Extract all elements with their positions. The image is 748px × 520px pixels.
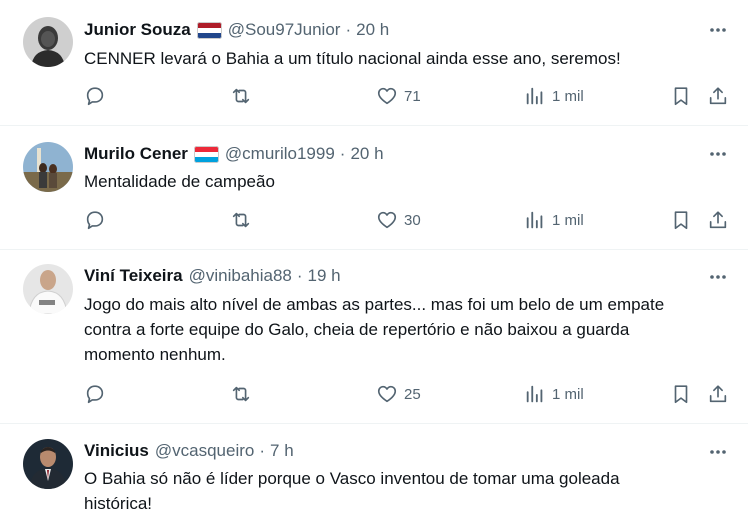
tweet-text: O Bahia só não é líder porque o Vasco in…	[84, 466, 724, 516]
share-button[interactable]	[707, 383, 729, 405]
retweet-button[interactable]	[230, 209, 252, 231]
display-name[interactable]: Murilo Cener	[84, 144, 188, 164]
display-name[interactable]: Viní Teixeira	[84, 266, 183, 286]
separator-dot: ·	[296, 266, 303, 285]
retweet-button[interactable]	[230, 85, 252, 107]
reply-icon	[86, 211, 104, 230]
tweet-text-line: O Bahia só não é líder porque o Vasco in…	[84, 469, 620, 488]
suit-portrait-avatar-image	[23, 439, 73, 489]
more-options-icon[interactable]	[708, 20, 728, 40]
views-chart-icon	[526, 211, 543, 229]
tweet-text-line: momento nenhum.	[84, 345, 226, 364]
user-handle[interactable]: @Sou97Junior	[228, 20, 341, 40]
more-options-icon[interactable]	[708, 144, 728, 164]
netherlands-flag-icon	[196, 21, 222, 39]
user-handle[interactable]: @cmurilo1999	[225, 144, 335, 164]
like-button[interactable]: 30	[376, 209, 421, 231]
display-name[interactable]: Junior Souza	[84, 20, 191, 40]
avatar[interactable]	[23, 439, 73, 489]
timestamp[interactable]: 20 h	[350, 144, 383, 164]
bookmark-button[interactable]	[670, 209, 692, 231]
luxembourg-flag-icon	[193, 145, 219, 163]
views-button[interactable]: 1 mil	[524, 209, 584, 231]
views-button[interactable]: 1 mil	[524, 85, 584, 107]
more-options-icon[interactable]	[708, 267, 728, 287]
timestamp[interactable]: 7 h	[270, 441, 294, 461]
views-count: 1 mil	[552, 385, 584, 403]
tweet[interactable]: Vinicius @vcasqueiro · 7 h O Bahia só nã…	[0, 424, 748, 520]
views-button[interactable]: 1 mil	[524, 383, 584, 405]
tweet-text: CENNER levará o Bahia a um título nacion…	[84, 46, 724, 71]
like-count: 25	[404, 385, 421, 403]
views-chart-icon	[526, 87, 543, 105]
white-shirt-avatar-image	[23, 264, 73, 314]
heart-icon	[377, 211, 397, 229]
retweet-icon	[232, 212, 250, 228]
action-bar: 25 1 mil	[0, 383, 748, 409]
retweet-icon	[232, 88, 250, 104]
display-name[interactable]: Vinicius	[84, 441, 149, 461]
tweet-text-line: histórica!	[84, 494, 153, 513]
share-icon	[709, 211, 727, 229]
dark-portrait-avatar-image	[23, 17, 73, 67]
tweet-text: Jogo do mais alto nível de ambas as part…	[84, 292, 724, 367]
reply-button[interactable]	[84, 85, 106, 107]
separator-dot: ·	[345, 20, 352, 39]
retweet-icon	[232, 386, 250, 402]
share-button[interactable]	[707, 85, 729, 107]
bookmark-icon	[674, 211, 688, 230]
action-bar: 30 1 mil	[0, 209, 748, 235]
reply-button[interactable]	[84, 209, 106, 231]
separator-dot: ·	[259, 441, 266, 460]
views-count: 1 mil	[552, 211, 584, 229]
separator-dot: ·	[339, 144, 346, 163]
views-chart-icon	[526, 385, 543, 403]
tweet[interactable]: Junior Souza @Sou97Junior · 20 h CENNER …	[0, 0, 748, 126]
more-options-icon[interactable]	[708, 442, 728, 462]
tweet-text-line: CENNER levará o Bahia a um título nacion…	[84, 49, 621, 68]
heart-icon	[377, 385, 397, 403]
like-button[interactable]: 71	[376, 85, 421, 107]
reply-icon	[86, 385, 104, 404]
bookmark-button[interactable]	[670, 85, 692, 107]
views-count: 1 mil	[552, 87, 584, 105]
retweet-button[interactable]	[230, 383, 252, 405]
reply-button[interactable]	[84, 383, 106, 405]
share-button[interactable]	[707, 209, 729, 231]
like-count: 30	[404, 211, 421, 229]
bookmark-button[interactable]	[670, 383, 692, 405]
timestamp[interactable]: 19 h	[308, 266, 341, 286]
reply-icon	[86, 87, 104, 106]
action-bar: 71 1 mil	[0, 85, 748, 111]
outdoor-couple-avatar-image	[23, 142, 73, 192]
avatar[interactable]	[23, 264, 73, 314]
avatar[interactable]	[23, 17, 73, 67]
avatar[interactable]	[23, 142, 73, 192]
tweet-text-line: Jogo do mais alto nível de ambas as part…	[84, 295, 665, 314]
tweet-text-line: Mentalidade de campeão	[84, 172, 275, 191]
tweet-text: Mentalidade de campeão	[84, 169, 724, 194]
timestamp[interactable]: 20 h	[356, 20, 389, 40]
user-handle[interactable]: @vinibahia88	[189, 266, 292, 286]
like-count: 71	[404, 87, 421, 105]
tweet[interactable]: Murilo Cener @cmurilo1999 · 20 h Mentali…	[0, 126, 748, 250]
tweet-text-line: contra a forte equipe do Galo, cheia de …	[84, 320, 630, 339]
user-handle[interactable]: @vcasqueiro	[155, 441, 254, 461]
heart-icon	[377, 87, 397, 105]
bookmark-icon	[674, 385, 688, 404]
share-icon	[709, 385, 727, 403]
bookmark-icon	[674, 87, 688, 106]
tweet[interactable]: Viní Teixeira @vinibahia88 · 19 h Jogo d…	[0, 250, 748, 424]
like-button[interactable]: 25	[376, 383, 421, 405]
share-icon	[709, 87, 727, 105]
